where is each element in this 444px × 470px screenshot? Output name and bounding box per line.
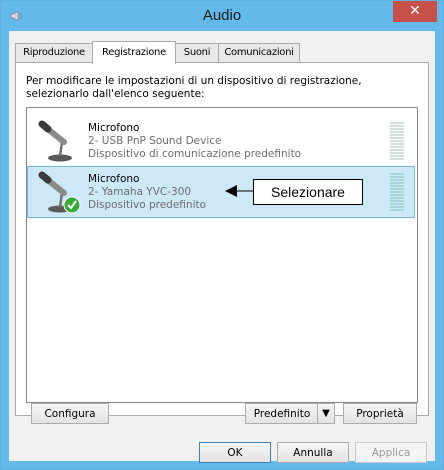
microphone-icon <box>38 120 72 162</box>
properties-button[interactable]: Proprietà <box>343 403 417 424</box>
ok-button[interactable]: OK <box>199 442 271 463</box>
set-default-button[interactable]: Predefinito ▼ <box>245 403 335 424</box>
audio-dialog: Audio ✕ Riproduzione Registrazione Suoni… <box>0 0 444 470</box>
annotation-callout: Selezionare <box>253 179 363 205</box>
panel-description: Per modificare le impostazioni di un dis… <box>26 75 362 100</box>
tab-comunicazioni[interactable]: Comunicazioni <box>218 43 300 63</box>
device-name: Microfono <box>88 173 140 185</box>
microphone-default-icon <box>38 171 81 214</box>
device-status: Dispositivo predefinito <box>88 199 207 211</box>
level-meter <box>390 173 404 211</box>
window-title: Audio <box>202 7 242 24</box>
cancel-button[interactable]: Annulla <box>277 442 349 463</box>
device-status: Dispositivo di comunicazione predefinito <box>88 148 302 160</box>
tab-panel: Per modificare le impostazioni di un dis… <box>15 62 429 416</box>
apply-button: Applica <box>355 442 427 463</box>
configure-button[interactable]: Configura <box>31 403 109 424</box>
tab-registrazione[interactable]: Registrazione <box>92 41 176 64</box>
tab-suoni[interactable]: Suoni <box>175 43 219 63</box>
device-item[interactable]: Microfono 2- USB PnP Sound Device Dispos… <box>28 116 414 166</box>
level-meter <box>390 122 404 160</box>
device-list[interactable]: Microfono 2- USB PnP Sound Device Dispos… <box>26 107 418 403</box>
title-bar[interactable]: Audio ✕ <box>1 1 443 31</box>
close-button[interactable]: ✕ <box>393 1 437 22</box>
dropdown-arrow-icon[interactable]: ▼ <box>317 404 334 423</box>
device-name: Microfono <box>88 122 140 134</box>
dialog-body: Riproduzione Registrazione Suoni Comunic… <box>9 31 435 463</box>
tab-riproduzione[interactable]: Riproduzione <box>15 43 93 63</box>
device-model: 2- USB PnP Sound Device <box>88 135 222 147</box>
set-default-label: Predefinito <box>253 408 311 420</box>
device-model: 2- Yamaha YVC-300 <box>88 186 192 198</box>
